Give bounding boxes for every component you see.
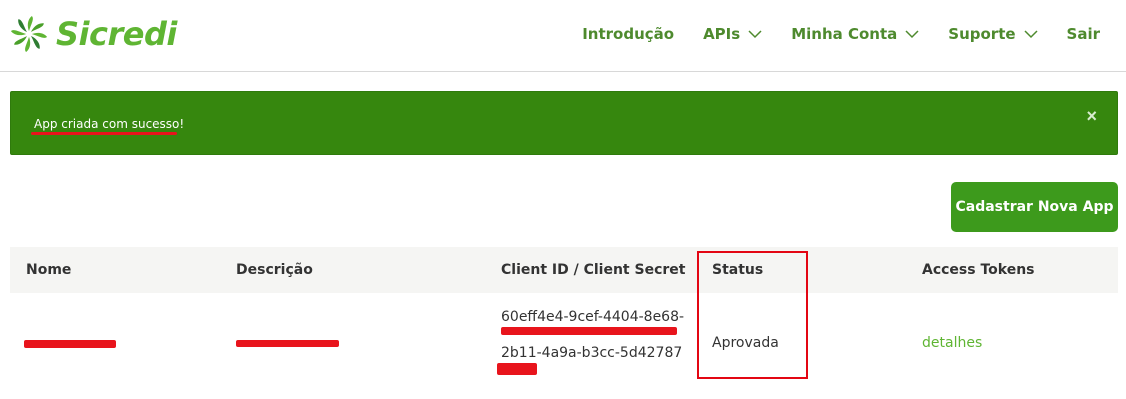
nav-suporte[interactable]: Suporte [948, 25, 1038, 43]
nav-sair[interactable]: Sair [1067, 25, 1100, 43]
sicredi-logo-icon [10, 15, 48, 53]
nav-apis[interactable]: APIs [703, 25, 762, 43]
nav-label: Introdução [582, 25, 675, 43]
alert-message: App criada com sucesso! [34, 117, 185, 131]
redacted-client-secret [497, 363, 537, 375]
chevron-down-icon [1024, 30, 1038, 39]
annotation-status-highlight [697, 251, 808, 379]
top-header: Sicredi Introdução APIs Minha Conta Supo… [0, 0, 1126, 72]
nav-label: Sair [1066, 25, 1100, 43]
main-nav: Introdução APIs Minha Conta Suporte Sair [582, 25, 1100, 43]
chevron-down-icon [905, 30, 919, 39]
column-header-descricao: Descrição [236, 262, 313, 278]
nav-label: Minha Conta [791, 25, 898, 43]
nav-introducao[interactable]: Introdução [582, 25, 674, 43]
table-header: Nome Descrição Client ID / Client Secret… [10, 247, 1118, 293]
column-header-access-tokens: Access Tokens [922, 262, 1035, 278]
brand-logo[interactable]: Sicredi [10, 14, 177, 54]
new-app-button[interactable]: Cadastrar Nova App [951, 182, 1118, 232]
redacted-client-id [501, 327, 677, 335]
column-header-nome: Nome [26, 262, 72, 278]
success-alert: App criada com sucesso! × [10, 91, 1118, 155]
close-icon[interactable]: × [1086, 106, 1097, 127]
redacted-name [24, 340, 116, 348]
nav-label: Suporte [948, 25, 1016, 43]
redacted-description [236, 340, 339, 347]
client-id-line-2: 2b11-4a9a-b3cc-5d42787 [501, 345, 683, 361]
annotation-underline [31, 132, 177, 135]
column-header-client-id: Client ID / Client Secret [501, 262, 686, 278]
nav-minha-conta[interactable]: Minha Conta [791, 25, 919, 43]
access-tokens-details-link[interactable]: detalhes [922, 335, 982, 351]
brand-name: Sicredi [56, 15, 177, 53]
nav-label: APIs [703, 25, 741, 43]
apps-table: Nome Descrição Client ID / Client Secret… [10, 247, 1118, 393]
chevron-down-icon [748, 30, 762, 39]
client-id-line-1: 60eff4e4-9cef-4404-8e68- [501, 309, 685, 325]
table-row: 60eff4e4-9cef-4404-8e68- 2b11-4a9a-b3cc-… [10, 293, 1118, 393]
